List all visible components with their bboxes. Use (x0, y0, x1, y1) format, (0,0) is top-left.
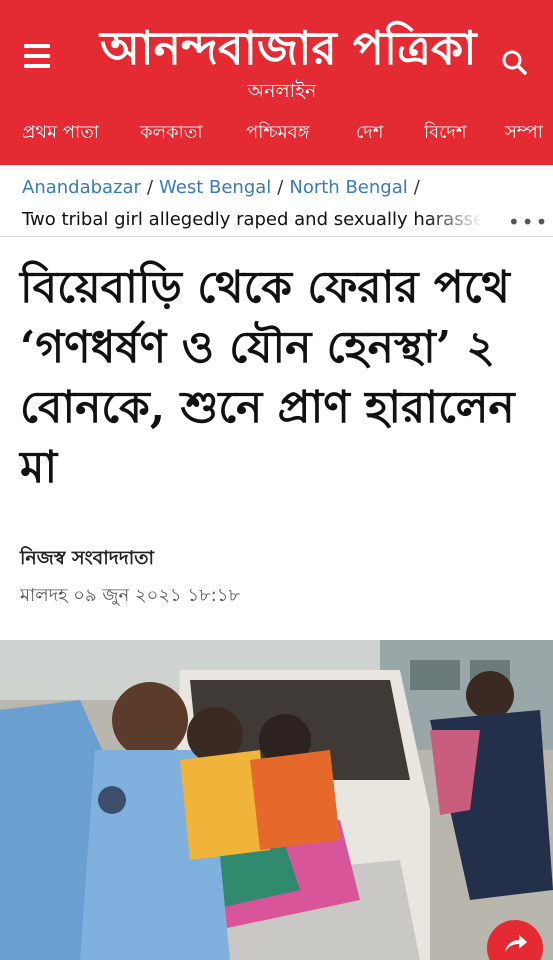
nav-item-sampadakiya[interactable]: সম্পা (505, 118, 543, 148)
article-photo-illustration (0, 640, 553, 960)
article-byline: নিজস্ব সংবাদদাতা (20, 547, 155, 569)
more-dots-icon[interactable]: ••• (508, 210, 547, 234)
breadcrumb: Anandabazar / West Bengal / North Bengal / (22, 177, 420, 198)
nav-item-kolkata[interactable]: কলকাতা (140, 118, 203, 148)
breadcrumb-west-bengal[interactable]: West Bengal (159, 177, 271, 198)
section-nav: প্রথম পাতা কলকাতা পশ্চিমবঙ্গ দেশ বিদেশ স… (0, 118, 553, 148)
nav-item-desh[interactable]: দেশ (356, 118, 383, 148)
article-headline: বিয়েবাড়ি থেকে ফেরার পথে ‘গণধর্ষণ ও যৌন… (20, 262, 515, 493)
article-photo (0, 640, 553, 960)
breadcrumb-north-bengal[interactable]: North Bengal (289, 177, 407, 198)
site-logo[interactable]: আনন্দবাজার পত্রিকা (100, 18, 476, 78)
site-logo-subtitle: অনলাইন (247, 80, 317, 102)
share-arrow-icon (505, 935, 527, 952)
search-icon[interactable] (500, 48, 530, 78)
hamburger-menu-icon[interactable] (24, 44, 50, 74)
nav-item-prothom-pata[interactable]: প্রথম পাতা (22, 118, 99, 148)
article-dateline: মালদহ ০৯ জুন ২০২১ ১৮:১৮ (20, 585, 241, 606)
breadcrumb-anandabazar[interactable]: Anandabazar (22, 177, 141, 198)
breadcrumb-current: Two tribal girl allegedly raped and sexu… (22, 209, 482, 230)
nav-item-bidesh[interactable]: বিদেশ (424, 118, 467, 148)
nav-item-paschimbanga[interactable]: পশ্চিমবঙ্গ (246, 118, 310, 148)
